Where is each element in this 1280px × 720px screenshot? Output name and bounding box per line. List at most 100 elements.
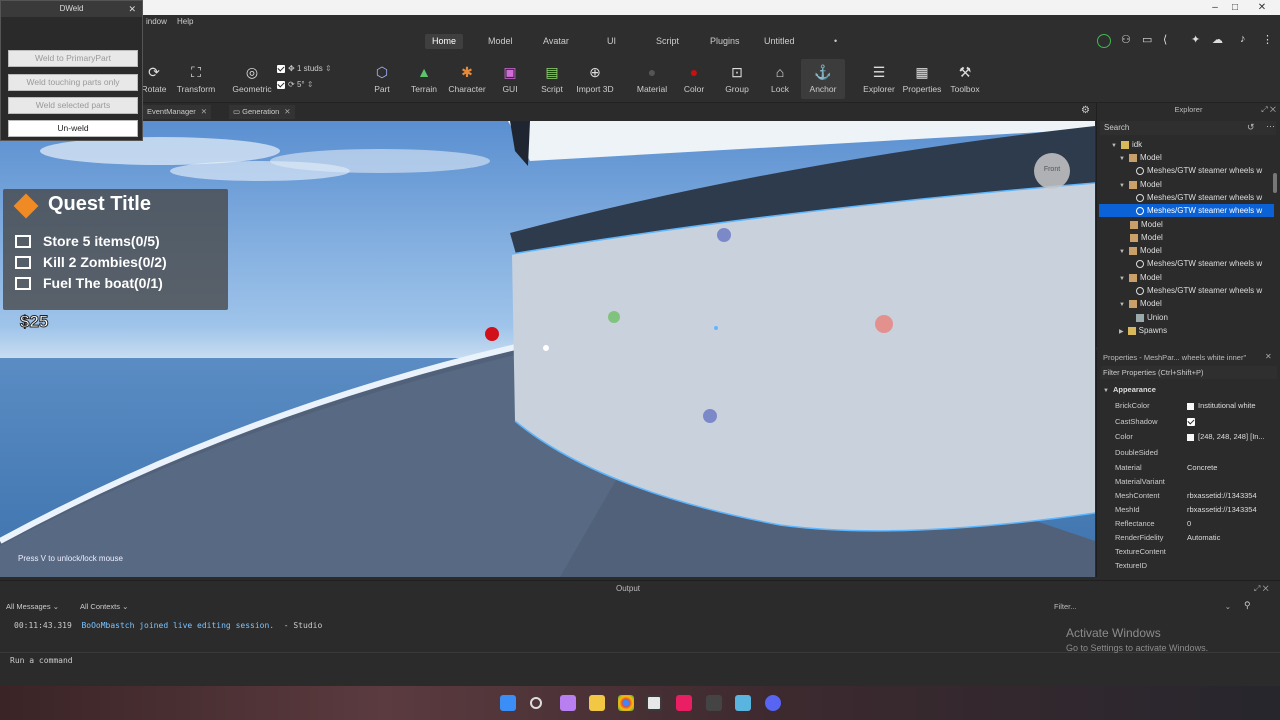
tab-generation[interactable]: ▭ Generation ✕	[229, 105, 295, 119]
app-icon[interactable]	[560, 695, 576, 711]
property-row[interactable]: RenderFidelity Automatic	[1097, 531, 1280, 545]
tab-ui[interactable]: UI	[600, 34, 623, 49]
weld-touching-button[interactable]: Weld touching parts only	[8, 74, 138, 91]
tab-avatar[interactable]: Avatar	[536, 34, 576, 49]
more-icon[interactable]: ⋯	[1266, 121, 1275, 132]
close-icon[interactable]: ✕	[201, 107, 207, 116]
properties-tool[interactable]: ▦ Properties	[900, 63, 944, 94]
terrain-tool[interactable]: ▲ Terrain	[402, 63, 446, 94]
section-appearance[interactable]: ▼ Appearance	[1103, 385, 1156, 394]
tree-item[interactable]: ▼ Model	[1119, 178, 1162, 191]
history-icon[interactable]: ↺	[1247, 122, 1255, 133]
close-icon[interactable]: ⤢ ✕	[1254, 584, 1269, 594]
tree-item[interactable]: ▼ Model	[1119, 271, 1162, 284]
transform-tool[interactable]: ⛶ Transform	[174, 63, 218, 94]
3d-viewport[interactable]: Front Quest Title Store 5 items(0/5) Kil…	[0, 121, 1095, 577]
tree-item[interactable]: Meshes/GTW steamer wheels w	[1136, 257, 1262, 270]
property-row[interactable]: Material Concrete	[1097, 461, 1280, 475]
tree-item[interactable]: Model	[1130, 218, 1163, 231]
github-icon[interactable]	[706, 695, 722, 711]
tree-item[interactable]: ▼ Model	[1119, 244, 1162, 257]
import3d-tool[interactable]: ⊕ Import 3D	[573, 63, 617, 94]
folder-icon[interactable]	[589, 695, 605, 711]
tree-item[interactable]: ▼ idk	[1111, 138, 1142, 151]
tab-untitled[interactable]: Untitled	[757, 34, 802, 49]
property-row[interactable]: DoubleSided	[1097, 446, 1280, 460]
tree-item[interactable]: ▼ Model	[1119, 151, 1162, 164]
property-row[interactable]: Color [248, 248, 248] [In...	[1097, 430, 1280, 444]
castshadow-checkbox[interactable]	[1187, 418, 1195, 427]
rotate-snap[interactable]: ⟳ 5° ⇕	[277, 80, 314, 89]
geometric-tool[interactable]: ◎ Geometric	[230, 63, 274, 94]
properties-filter-input[interactable]: Filter Properties (Ctrl+Shift+P)	[1101, 366, 1277, 379]
property-row[interactable]: MaterialVariant	[1097, 475, 1280, 489]
magic-icon[interactable]: ✦	[1191, 33, 1200, 46]
view-cube-label[interactable]: Front	[1037, 166, 1067, 173]
tree-item[interactable]: Model	[1130, 231, 1163, 244]
explorer-tool[interactable]: ☰ Explorer	[857, 63, 901, 94]
tab-model[interactable]: Model	[481, 34, 520, 49]
add-user-icon[interactable]: ⚇	[1121, 33, 1131, 46]
rotate-snap-checkbox[interactable]	[277, 80, 285, 89]
weld-primarypart-button[interactable]: Weld to PrimaryPart	[8, 50, 138, 67]
close-icon[interactable]: ⤢ ✕	[1261, 103, 1276, 117]
tab-plugins[interactable]: Plugins	[703, 34, 747, 49]
tree-item-selected[interactable]: Meshes/GTW steamer wheels w	[1099, 204, 1274, 217]
settings-icon[interactable]: ⋮	[1262, 33, 1273, 46]
group-tool[interactable]: ⊡ Group	[715, 63, 759, 94]
weld-selected-button[interactable]: Weld selected parts	[8, 97, 138, 114]
app-icon[interactable]	[735, 695, 751, 711]
material-tool[interactable]: ● Material	[630, 63, 674, 94]
close-window-button[interactable]: ✕	[1252, 0, 1272, 15]
gear-icon[interactable]: ⚙	[1081, 105, 1090, 116]
status-icon[interactable]	[1097, 34, 1111, 48]
close-icon[interactable]: ✕	[284, 107, 290, 116]
tree-item[interactable]: Meshes/GTW steamer wheels w	[1136, 284, 1262, 297]
tab-eventmanager[interactable]: EventManager ✕	[143, 105, 212, 119]
output-filter-input[interactable]: Filter... ⌄	[1050, 600, 1235, 614]
unweld-button[interactable]: Un-weld	[8, 120, 138, 137]
roblox-studio-icon[interactable]	[646, 695, 662, 711]
gui-tool[interactable]: ▣ GUI	[488, 63, 532, 94]
part-tool[interactable]: ⬡ Part	[360, 63, 404, 94]
clear-icon[interactable]: ⚲	[1244, 600, 1251, 611]
tree-item[interactable]: ▶ Spawns	[1119, 324, 1167, 337]
character-tool[interactable]: ✱ Character	[445, 63, 489, 94]
move-snap[interactable]: ✥ 1 studs ⇕	[277, 64, 332, 73]
close-icon[interactable]: ✕	[128, 1, 136, 17]
toolbox-tool[interactable]: ⚒ Toolbox	[943, 63, 987, 94]
tree-item[interactable]: Union	[1136, 311, 1168, 324]
close-icon[interactable]: ✕	[1265, 352, 1272, 361]
property-row[interactable]: Reflectance 0	[1097, 517, 1280, 531]
tree-item[interactable]: Meshes/GTW steamer wheels w	[1136, 164, 1262, 177]
property-row[interactable]: CastShadow	[1097, 415, 1280, 429]
menu-help[interactable]: Help	[177, 17, 193, 26]
command-bar-input[interactable]: Run a command	[0, 652, 1280, 667]
lock-tool[interactable]: ⌂ Lock	[758, 63, 802, 94]
explorer-scrollbar[interactable]	[1273, 173, 1277, 193]
chrome-icon[interactable]	[618, 695, 634, 711]
property-row[interactable]: MeshId rbxassetid://1343354	[1097, 503, 1280, 517]
share-icon[interactable]: ⟨	[1163, 33, 1167, 46]
property-row[interactable]: TextureContent	[1097, 545, 1280, 559]
bell-icon[interactable]: ♪	[1240, 33, 1246, 45]
tab-script[interactable]: Script	[649, 34, 686, 49]
cloud-icon[interactable]: ☁	[1212, 33, 1223, 46]
tab-home[interactable]: Home	[425, 34, 464, 49]
search-icon[interactable]	[530, 697, 542, 709]
minimize-button[interactable]: –	[1205, 0, 1225, 15]
tab-add[interactable]: •	[827, 34, 844, 49]
property-row[interactable]: BrickColor Institutional white	[1097, 399, 1280, 413]
contexts-filter-dropdown[interactable]: All Contexts ⌄	[80, 600, 144, 614]
color-tool[interactable]: ● Color	[672, 63, 716, 94]
start-icon[interactable]	[500, 695, 516, 711]
anchor-tool[interactable]: ⚓ Anchor	[801, 59, 845, 99]
property-row[interactable]: TextureID	[1097, 559, 1280, 573]
tiktok-icon[interactable]	[676, 695, 692, 711]
tree-item[interactable]: ▼ Model	[1119, 297, 1162, 310]
messages-filter-dropdown[interactable]: All Messages ⌄	[6, 600, 70, 614]
tree-item[interactable]: Meshes/GTW steamer wheels w	[1136, 191, 1262, 204]
chat-icon[interactable]: ▭	[1142, 33, 1152, 46]
move-snap-checkbox[interactable]	[277, 64, 285, 73]
script-tool[interactable]: ▤ Script	[530, 63, 574, 94]
